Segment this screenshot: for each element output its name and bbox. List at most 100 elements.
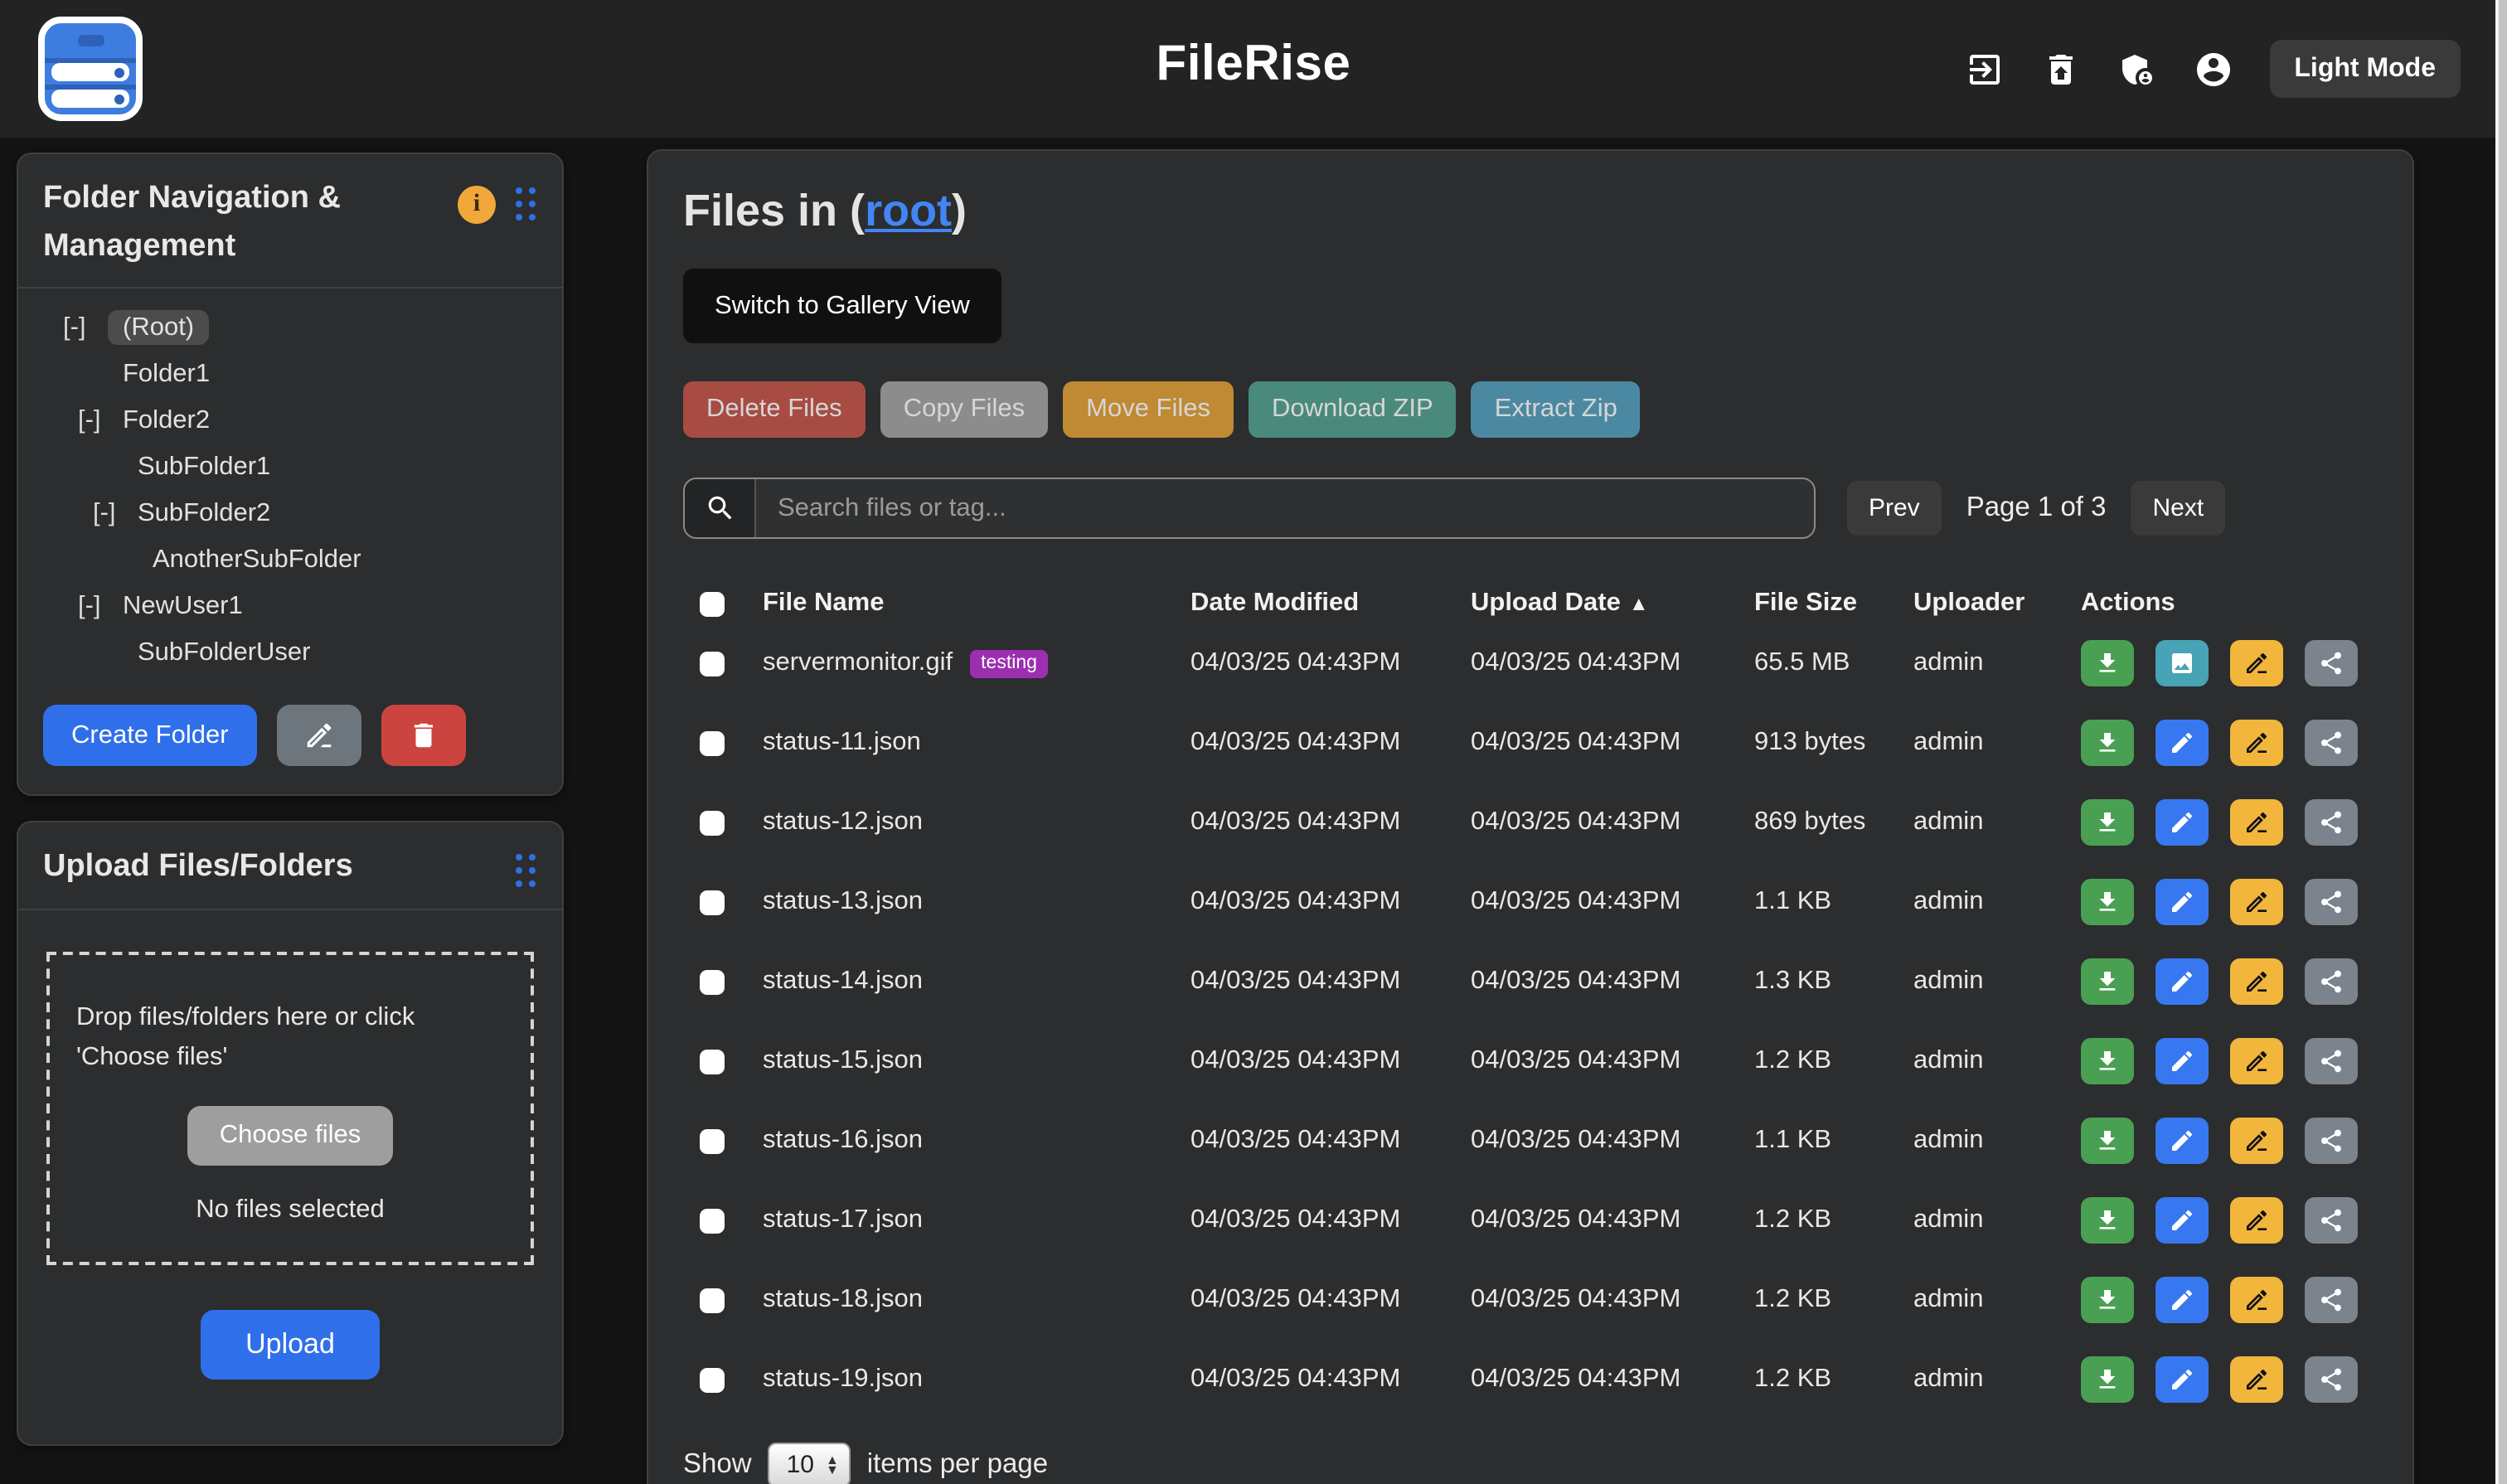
tree-item-subfolderuser[interactable]: SubFolderUser xyxy=(18,630,552,677)
rename-file-button[interactable] xyxy=(2230,720,2283,766)
tree-item-root[interactable]: [-](Root) xyxy=(18,305,552,352)
download-zip-button[interactable]: Download ZIP xyxy=(1249,381,1457,438)
tree-item-anothersubfolder[interactable]: AnotherSubFolder xyxy=(18,537,552,584)
rename-file-button[interactable] xyxy=(2230,1038,2283,1084)
download-button[interactable] xyxy=(2081,1356,2134,1403)
logout-icon[interactable] xyxy=(1964,49,2004,89)
file-name[interactable]: status-18.json xyxy=(763,1285,923,1315)
rename-file-button[interactable] xyxy=(2230,1356,2283,1403)
col-date-modified[interactable]: Date Modified xyxy=(1190,589,1471,618)
edit-file-button[interactable] xyxy=(2155,958,2209,1005)
rename-file-button[interactable] xyxy=(2230,799,2283,846)
account-icon[interactable] xyxy=(2193,49,2233,89)
file-name[interactable]: status-15.json xyxy=(763,1046,923,1076)
admin-shield-icon[interactable] xyxy=(2117,49,2156,89)
share-file-button[interactable] xyxy=(2305,958,2358,1005)
edit-file-button[interactable] xyxy=(2155,720,2209,766)
next-page-button[interactable]: Next xyxy=(2131,481,2226,536)
page-scrollbar[interactable] xyxy=(2495,0,2507,1484)
edit-file-button[interactable] xyxy=(2155,1277,2209,1323)
file-dropzone[interactable]: Drop files/folders here or click 'Choose… xyxy=(46,951,534,1265)
edit-file-button[interactable] xyxy=(2155,1038,2209,1084)
file-name[interactable]: status-12.json xyxy=(763,807,923,837)
col-uploader[interactable]: Uploader xyxy=(1913,589,2081,618)
share-file-button[interactable] xyxy=(2305,1038,2358,1084)
share-file-button[interactable] xyxy=(2305,1118,2358,1164)
preview-image-button[interactable] xyxy=(2155,640,2209,686)
download-button[interactable] xyxy=(2081,958,2134,1005)
scrollbar-thumb[interactable] xyxy=(2498,0,2507,1484)
edit-file-button[interactable] xyxy=(2155,1118,2209,1164)
row-checkbox[interactable] xyxy=(700,651,725,676)
file-name[interactable]: status-16.json xyxy=(763,1126,923,1156)
col-upload-date[interactable]: Upload Date▲ xyxy=(1471,589,1754,618)
rename-file-button[interactable] xyxy=(2230,1277,2283,1323)
tree-item-newuser1[interactable]: [-]NewUser1 xyxy=(18,584,552,630)
file-name[interactable]: status-13.json xyxy=(763,887,923,917)
edit-file-button[interactable] xyxy=(2155,799,2209,846)
rename-file-button[interactable] xyxy=(2230,1197,2283,1244)
download-button[interactable] xyxy=(2081,1118,2134,1164)
edit-file-button[interactable] xyxy=(2155,1197,2209,1244)
info-icon[interactable]: i xyxy=(458,186,496,224)
col-file-size[interactable]: File Size xyxy=(1754,589,1913,618)
col-file-name[interactable]: File Name xyxy=(763,589,1190,618)
copy-files-button[interactable]: Copy Files xyxy=(880,381,1048,438)
download-button[interactable] xyxy=(2081,799,2134,846)
light-mode-button[interactable]: Light Mode xyxy=(2269,40,2461,98)
edit-file-button[interactable] xyxy=(2155,879,2209,925)
upload-button[interactable]: Upload xyxy=(201,1310,380,1380)
row-checkbox[interactable] xyxy=(700,810,725,835)
prev-page-button[interactable]: Prev xyxy=(1847,481,1942,536)
row-checkbox[interactable] xyxy=(700,1128,725,1153)
delete-files-button[interactable]: Delete Files xyxy=(683,381,866,438)
items-per-page-select[interactable]: 10 ▲▼ xyxy=(769,1443,851,1484)
tree-item-subfolder1[interactable]: SubFolder1 xyxy=(18,444,552,491)
row-checkbox[interactable] xyxy=(700,730,725,755)
share-file-button[interactable] xyxy=(2305,879,2358,925)
row-checkbox[interactable] xyxy=(700,969,725,994)
tree-item-subfolder2[interactable]: [-]SubFolder2 xyxy=(18,491,552,537)
file-name[interactable]: status-17.json xyxy=(763,1205,923,1235)
download-button[interactable] xyxy=(2081,1197,2134,1244)
move-files-button[interactable]: Move Files xyxy=(1063,381,1234,438)
download-button[interactable] xyxy=(2081,1277,2134,1323)
choose-files-button[interactable]: Choose files xyxy=(188,1106,393,1166)
rename-file-button[interactable] xyxy=(2230,1118,2283,1164)
select-all-checkbox[interactable] xyxy=(700,591,725,616)
share-file-button[interactable] xyxy=(2305,799,2358,846)
share-file-button[interactable] xyxy=(2305,720,2358,766)
drag-handle-icon[interactable] xyxy=(516,187,537,222)
rename-folder-button[interactable] xyxy=(277,705,361,766)
download-button[interactable] xyxy=(2081,640,2134,686)
row-checkbox[interactable] xyxy=(700,890,725,914)
rename-file-button[interactable] xyxy=(2230,958,2283,1005)
share-file-button[interactable] xyxy=(2305,1197,2358,1244)
extract-zip-button[interactable]: Extract Zip xyxy=(1472,381,1641,438)
delete-folder-button[interactable] xyxy=(381,705,466,766)
root-folder-link[interactable]: root xyxy=(865,186,952,235)
edit-file-button[interactable] xyxy=(2155,1356,2209,1403)
download-button[interactable] xyxy=(2081,1038,2134,1084)
drag-handle-icon[interactable] xyxy=(516,854,537,889)
tree-item-folder2[interactable]: [-]Folder2 xyxy=(18,398,552,444)
download-button[interactable] xyxy=(2081,879,2134,925)
share-file-button[interactable] xyxy=(2305,640,2358,686)
download-button[interactable] xyxy=(2081,720,2134,766)
row-checkbox[interactable] xyxy=(700,1367,725,1392)
tree-item-folder1[interactable]: Folder1 xyxy=(18,352,552,398)
restore-trash-icon[interactable] xyxy=(2040,49,2080,89)
create-folder-button[interactable]: Create Folder xyxy=(43,705,257,766)
row-checkbox[interactable] xyxy=(700,1288,725,1312)
file-name[interactable]: status-14.json xyxy=(763,967,923,997)
share-file-button[interactable] xyxy=(2305,1356,2358,1403)
share-file-button[interactable] xyxy=(2305,1277,2358,1323)
file-name[interactable]: status-19.json xyxy=(763,1365,923,1394)
search-input[interactable] xyxy=(756,479,1814,537)
file-name[interactable]: status-11.json xyxy=(763,728,921,758)
rename-file-button[interactable] xyxy=(2230,879,2283,925)
row-checkbox[interactable] xyxy=(700,1049,725,1074)
row-checkbox[interactable] xyxy=(700,1208,725,1233)
switch-gallery-view-button[interactable]: Switch to Gallery View xyxy=(683,269,1001,343)
file-name[interactable]: servermonitor.gif xyxy=(763,648,953,678)
